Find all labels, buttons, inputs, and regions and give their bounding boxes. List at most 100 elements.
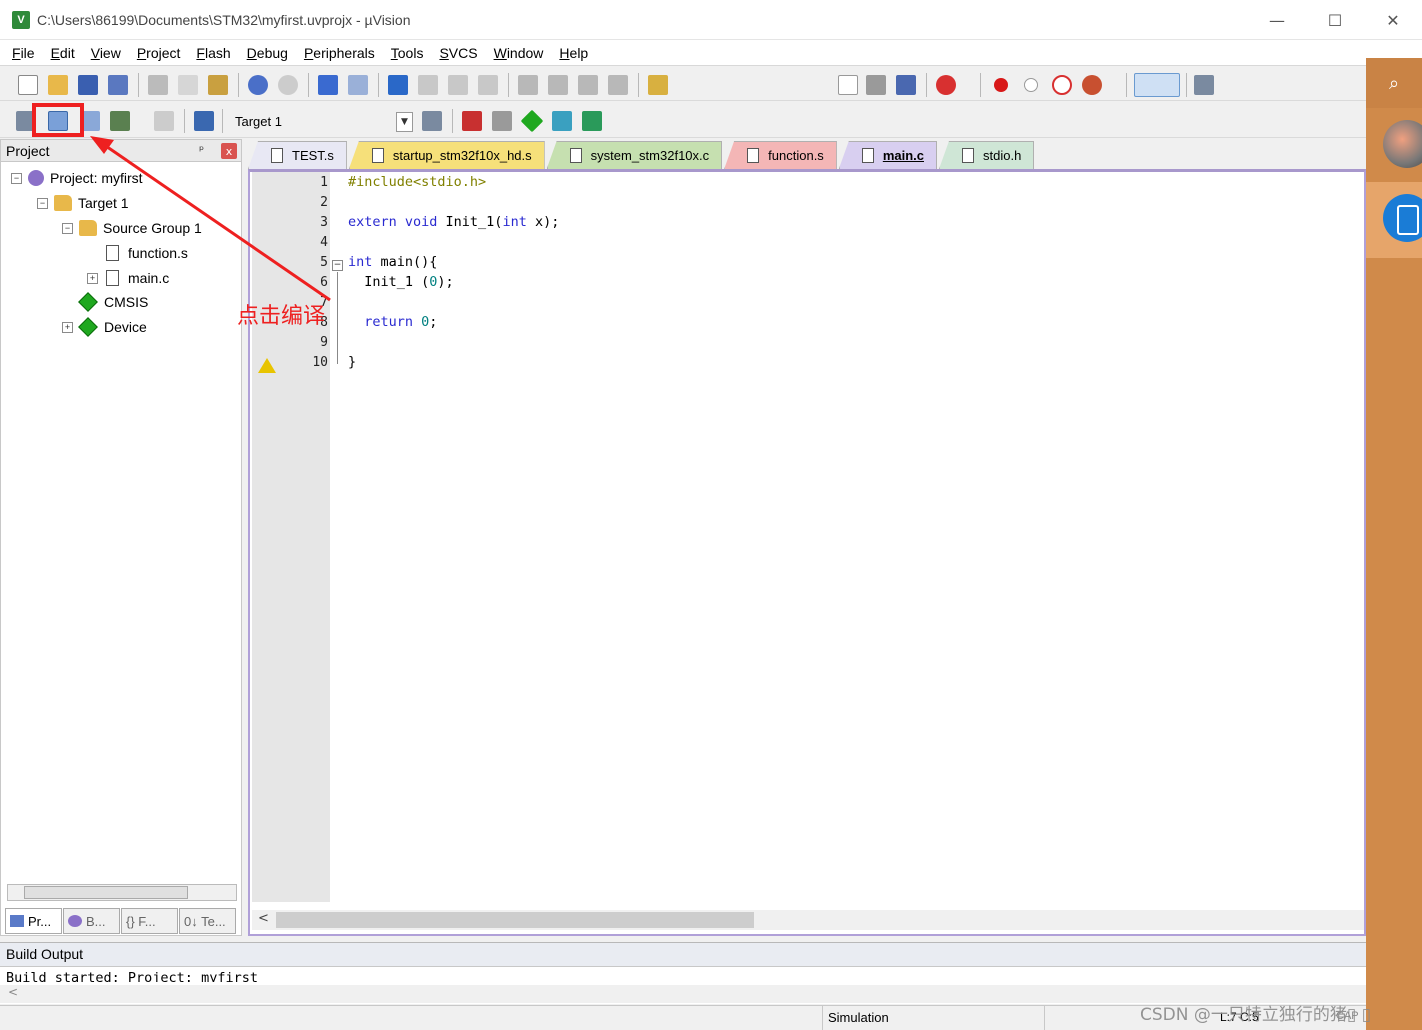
tab-label: Pr... bbox=[28, 913, 52, 929]
tab-function-s[interactable]: function.s bbox=[724, 141, 837, 169]
menu-file[interactable]: File bbox=[4, 45, 43, 61]
tree-item-cmsis[interactable]: CMSIS bbox=[78, 291, 148, 313]
find-dropdown-icon[interactable] bbox=[838, 75, 858, 95]
tab-test-s[interactable]: TEST.s bbox=[248, 141, 347, 169]
tree-item-source-group[interactable]: − Source Group 1 bbox=[62, 217, 202, 239]
fold-collapse-icon[interactable]: − bbox=[332, 260, 343, 271]
menu-svcs[interactable]: SVCS bbox=[431, 45, 485, 61]
debug-session-icon[interactable] bbox=[936, 75, 956, 95]
manage-project-items-icon[interactable] bbox=[462, 111, 482, 131]
menu-help[interactable]: Help bbox=[551, 45, 596, 61]
toolbar-separator bbox=[1186, 73, 1187, 97]
disable-all-breakpoints-icon[interactable] bbox=[1052, 75, 1072, 95]
menu-edit[interactable]: Edit bbox=[43, 45, 83, 61]
configure-tools-icon[interactable] bbox=[1194, 75, 1214, 95]
nav-back-icon[interactable] bbox=[318, 75, 338, 95]
uvision-window: V C:\Users\86199\Documents\STM32\myfirst… bbox=[0, 0, 1422, 1030]
menu-project[interactable]: Project bbox=[129, 45, 189, 61]
editor-hscrollbar[interactable]: < bbox=[252, 910, 1364, 930]
comment-icon[interactable] bbox=[578, 75, 598, 95]
tab-system-c[interactable]: system_stm32f10x.c bbox=[546, 141, 723, 169]
menu-flash[interactable]: Flash bbox=[188, 45, 238, 61]
uncomment-icon[interactable] bbox=[608, 75, 628, 95]
pin-icon[interactable]: ᵖ bbox=[199, 143, 204, 157]
copy-icon[interactable] bbox=[178, 75, 198, 95]
project-panel-title: Project bbox=[6, 142, 50, 159]
unindent-icon[interactable] bbox=[548, 75, 568, 95]
menu-debug[interactable]: Debug bbox=[239, 45, 296, 61]
cut-icon[interactable] bbox=[148, 75, 168, 95]
nav-forward-icon[interactable] bbox=[348, 75, 368, 95]
tab-stdio-h[interactable]: stdio.h bbox=[939, 141, 1035, 169]
close-panel-icon[interactable]: x bbox=[221, 143, 237, 159]
save-all-icon[interactable] bbox=[108, 75, 128, 95]
menu-window[interactable]: Window bbox=[486, 45, 552, 61]
kill-breakpoints-icon[interactable] bbox=[1082, 75, 1102, 95]
expand-icon[interactable]: + bbox=[62, 321, 73, 333]
disable-breakpoint-icon[interactable] bbox=[1024, 78, 1038, 92]
find-icon[interactable] bbox=[866, 75, 886, 95]
undo-icon[interactable] bbox=[248, 75, 268, 95]
minimize-button[interactable]: — bbox=[1248, 0, 1306, 40]
indent-icon[interactable] bbox=[518, 75, 538, 95]
scroll-left-icon[interactable]: < bbox=[8, 985, 18, 999]
bookmark-icon[interactable] bbox=[388, 75, 408, 95]
batch-build-icon[interactable] bbox=[110, 111, 130, 131]
line-number: 1 bbox=[320, 175, 328, 190]
maximize-button[interactable]: ☐ bbox=[1306, 0, 1364, 40]
expand-icon[interactable]: + bbox=[87, 272, 98, 284]
menu-tools[interactable]: Tools bbox=[383, 45, 432, 61]
code-editor[interactable]: 1 2 3 4 5 6 7 8 9 10 − #include<stdio.h>… bbox=[248, 169, 1366, 936]
menu-peripherals[interactable]: Peripherals bbox=[296, 45, 383, 61]
tab-main-c[interactable]: main.c bbox=[838, 141, 937, 169]
prev-bookmark-icon[interactable] bbox=[418, 75, 438, 95]
tab-templates[interactable]: 0↓ Te... bbox=[179, 908, 236, 934]
tab-project[interactable]: Pr... bbox=[5, 908, 62, 934]
collapse-icon[interactable]: − bbox=[62, 222, 73, 234]
next-bookmark-icon[interactable] bbox=[448, 75, 468, 95]
scroll-thumb[interactable] bbox=[24, 886, 188, 899]
number-text: 0 bbox=[413, 314, 430, 330]
window-layout-icon[interactable] bbox=[1134, 73, 1180, 97]
new-file-icon[interactable] bbox=[18, 75, 38, 95]
menu-view[interactable]: View bbox=[83, 45, 129, 61]
software-packs-icon[interactable] bbox=[582, 111, 602, 131]
redo-icon[interactable] bbox=[278, 75, 298, 95]
collapse-icon[interactable]: − bbox=[11, 172, 22, 184]
tree-item-project[interactable]: − Project: myfirst bbox=[11, 167, 143, 189]
open-folder-icon[interactable] bbox=[48, 75, 68, 95]
tree-item-function-s[interactable]: function.s bbox=[104, 242, 188, 264]
tab-startup-s[interactable]: startup_stm32f10x_hd.s bbox=[348, 141, 545, 169]
code-text: ; bbox=[429, 314, 438, 330]
tab-functions[interactable]: {} F... bbox=[121, 908, 178, 934]
chevron-down-icon[interactable]: ▼ bbox=[396, 112, 413, 132]
download-load-icon[interactable] bbox=[194, 111, 214, 131]
stop-build-icon[interactable] bbox=[154, 111, 174, 131]
paste-icon[interactable] bbox=[208, 75, 228, 95]
select-packs-icon[interactable] bbox=[492, 111, 512, 131]
incremental-find-icon[interactable] bbox=[896, 75, 916, 95]
find-in-files-icon[interactable] bbox=[648, 75, 668, 95]
tree-item-target[interactable]: − Target 1 bbox=[37, 192, 129, 214]
line-number: 4 bbox=[320, 235, 328, 250]
pack-installer-icon[interactable] bbox=[552, 111, 572, 131]
close-button[interactable]: ✕ bbox=[1364, 0, 1422, 40]
target-options-icon[interactable] bbox=[422, 111, 442, 131]
code-line-6: Init_1 (0); bbox=[348, 274, 453, 290]
tab-books[interactable]: B... bbox=[63, 908, 120, 934]
scroll-thumb[interactable] bbox=[276, 912, 754, 928]
collapse-icon[interactable]: − bbox=[37, 197, 48, 209]
target-select[interactable]: Target 1 bbox=[228, 111, 414, 133]
project-hscrollbar[interactable] bbox=[7, 884, 237, 901]
tree-item-main-c[interactable]: + main.c bbox=[87, 267, 169, 289]
scroll-left-icon[interactable]: < bbox=[258, 911, 269, 926]
toolbar-separator bbox=[926, 73, 927, 97]
manage-rte-icon[interactable] bbox=[520, 109, 544, 133]
uvision-logo-icon: V bbox=[12, 10, 30, 29]
line-number: 2 bbox=[320, 195, 328, 210]
tree-item-device[interactable]: + Device bbox=[62, 316, 147, 338]
clear-bookmarks-icon[interactable] bbox=[478, 75, 498, 95]
search-icon[interactable]: ⌕ bbox=[1366, 58, 1422, 108]
breakpoint-icon[interactable] bbox=[994, 78, 1008, 92]
save-icon[interactable] bbox=[78, 75, 98, 95]
